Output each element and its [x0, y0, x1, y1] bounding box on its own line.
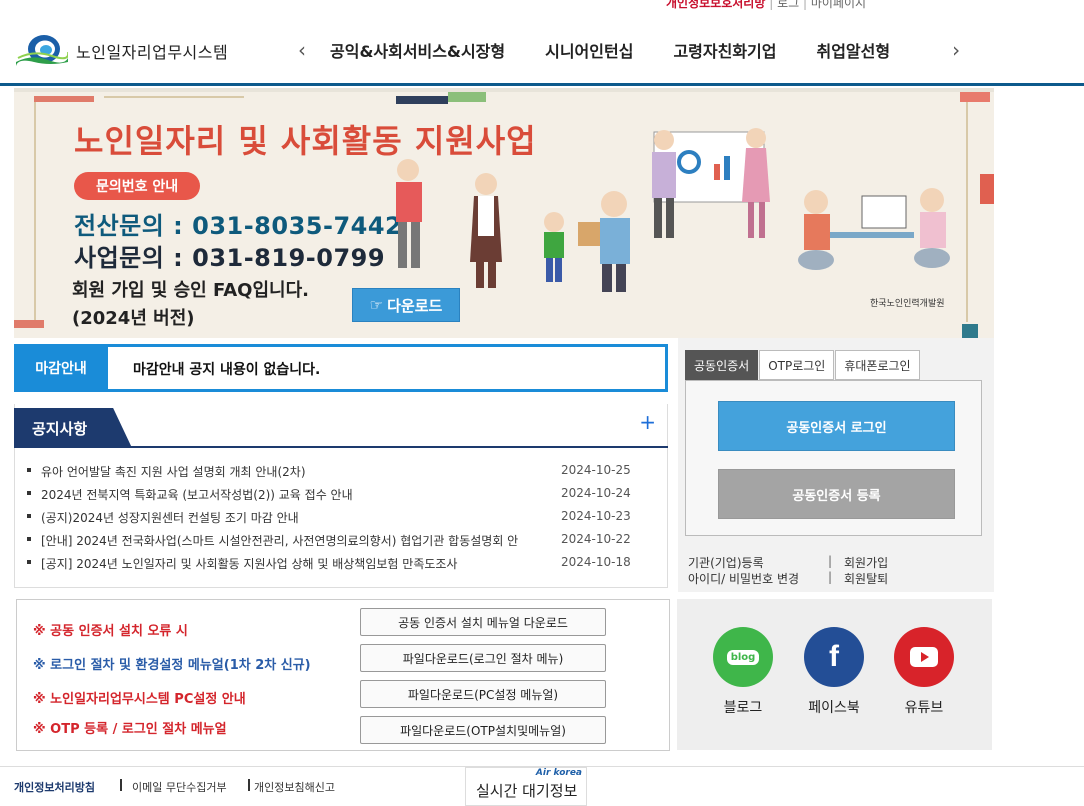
version-text: (2024년 버전)	[72, 308, 195, 329]
notice-item-title[interactable]: 유아 언어발달 촉진 지원 사업 설명회 개최 안내(2차)	[41, 463, 551, 480]
facebook-label: 페이스북	[808, 700, 860, 716]
blog-label: 블로그	[723, 700, 763, 716]
cert-register-button[interactable]: 공동인증서 등록	[718, 469, 955, 519]
site-header: 노인일자리업무시스템 ‹ 공익&사회서비스&시장형 시니어인턴십 고령자친화기업…	[0, 14, 1084, 86]
notice-item-date: 2024-10-24	[561, 486, 631, 500]
notice-item-date: 2024-10-18	[561, 555, 631, 569]
nav-prev-icon[interactable]: ‹	[292, 38, 312, 62]
notice-board: 공지사항 + 유아 언어발달 촉진 지원 사업 설명회 개최 안내(2차) 202…	[14, 404, 668, 588]
logo-title: 노인일자리업무시스템	[76, 43, 229, 62]
banner-deco	[962, 324, 978, 338]
inquiry-pill: 문의번호 안내	[74, 172, 201, 200]
guide-cert-error-text: ※ 공동 인증서 설치 오류 시	[33, 624, 188, 639]
list-item[interactable]: 2024년 전북지역 특화교육 (보고서작성법(2)) 교육 접수 안내 2024…	[25, 485, 655, 508]
login-panel: 공동인증서 OTP로그인 휴대폰로그인 공동인증서 로그인 공동인증서 등록 기…	[678, 338, 994, 592]
it-inquiry-phone: 전산문의 : 031-8035-7442	[74, 212, 403, 240]
notice-item-date: 2024-10-22	[561, 532, 631, 546]
facebook-icon: f	[804, 627, 864, 687]
notice-title: 공지사항	[14, 408, 132, 448]
site-logo[interactable]: 노인일자리업무시스템	[14, 32, 228, 70]
facebook-link[interactable]: f 페이스북	[803, 627, 865, 717]
cert-login-button[interactable]: 공동인증서 로그인	[718, 401, 955, 451]
list-item[interactable]: 유아 언어발달 촉진 지원 사업 설명회 개최 안내(2차) 2024-10-25	[25, 462, 655, 485]
blog-icon: blog	[713, 627, 773, 687]
deadline-label: 마감안내	[14, 344, 108, 392]
footer-email-refusal-link[interactable]: 이메일 무단수집거부	[132, 779, 227, 795]
footer-divider	[248, 779, 250, 791]
guide-login-procedure-text: ※ 로그인 절차 및 환경설정 메뉴얼(1차 2차 신규)	[33, 658, 311, 673]
hand-pointer-icon: ☞	[369, 296, 384, 314]
org-register-link[interactable]: 기관(기업)등록	[688, 554, 764, 571]
blog-link[interactable]: blog 블로그	[712, 627, 774, 717]
account-links: 기관(기업)등록 | 회원가입 아이디/ 비밀번호 변경 | 회원탈퇴	[688, 554, 889, 587]
nav-item-job-placement[interactable]: 취업알선형	[796, 38, 910, 62]
notice-more-icon[interactable]: +	[639, 410, 656, 434]
nav-item-public-service[interactable]: 공익&사회서비스&시장형	[312, 38, 525, 62]
notice-item-title[interactable]: 2024년 전북지역 특화교육 (보고서작성법(2)) 교육 접수 안내	[41, 486, 551, 503]
cert-manual-download-button[interactable]: 공동 인증서 설치 메뉴얼 다운로드	[360, 608, 606, 636]
nav-next-icon[interactable]: ›	[946, 38, 966, 62]
banner-deco	[14, 320, 44, 328]
banner-deco	[966, 102, 968, 322]
footer-privacy-report-link[interactable]: 개인정보침해신고	[254, 779, 335, 795]
social-links: blog 블로그 f 페이스북 유튜브	[677, 599, 992, 750]
utility-bar: 개인정보보호처리방 | 로그 | 마이페이지	[666, 0, 866, 11]
notice-header: 공지사항 +	[14, 404, 668, 448]
deadline-message: 마감안내 공지 내용이 없습니다.	[133, 362, 321, 378]
guide-download-box: ※ 공동 인증서 설치 오류 시 공동 인증서 설치 메뉴얼 다운로드 ※ 로그…	[16, 599, 670, 751]
kordi-seal: 한국노인인력개발원	[870, 299, 945, 309]
id-pw-change-link[interactable]: 아이디/ 비밀번호 변경	[688, 570, 799, 587]
nav-item-senior-intern[interactable]: 시니어인턴십	[525, 38, 653, 62]
login-procedure-download-button[interactable]: 파일다운로드(로그인 절차 메뉴)	[360, 644, 606, 672]
notice-item-title[interactable]: [안내] 2024년 전국화사업(스마트 시설안전관리, 사전연명의료의향서) …	[41, 532, 551, 549]
tab-phone-login[interactable]: 휴대폰로그인	[835, 350, 920, 380]
air-quality-title: 실시간 대기정보	[476, 782, 578, 800]
banner-deco	[104, 96, 244, 98]
notice-item-title[interactable]: (공지)2024년 성장지원센터 컨설팅 조기 마감 안내	[41, 509, 551, 526]
login-link[interactable]: 로그	[777, 0, 799, 10]
banner-illustration	[396, 128, 950, 292]
mypage-link[interactable]: 마이페이지	[811, 0, 866, 10]
nav-item-aged-friendly[interactable]: 고령자친화기업	[653, 38, 796, 62]
list-item[interactable]: (공지)2024년 성장지원센터 컨설팅 조기 마감 안내 2024-10-23	[25, 508, 655, 531]
notice-item-title[interactable]: [공지] 2024년 노인일자리 및 사회활동 지원사업 상해 및 배상책임보험…	[41, 555, 551, 572]
banner-deco	[448, 92, 486, 102]
main-nav: ‹ 공익&사회서비스&시장형 시니어인턴십 고령자친화기업 취업알선형 ›	[292, 38, 966, 62]
list-item[interactable]: [공지] 2024년 노인일자리 및 사회활동 지원사업 상해 및 배상책임보험…	[25, 554, 655, 577]
air-korea-logo: Air korea	[535, 768, 582, 778]
footer-divider	[120, 779, 122, 791]
member-join-link[interactable]: 회원가입	[844, 554, 888, 571]
logo-mark-icon	[14, 32, 70, 70]
youtube-link[interactable]: 유튜브	[893, 627, 955, 717]
member-leave-link[interactable]: 회원탈퇴	[844, 570, 888, 587]
pc-setting-download-button[interactable]: 파일다운로드(PC설정 메뉴얼)	[360, 680, 606, 708]
otp-manual-download-button[interactable]: 파일다운로드(OTP설치및메뉴얼)	[360, 716, 606, 744]
footer-privacy-link[interactable]: 개인정보처리방침	[14, 779, 95, 795]
youtube-label: 유튜브	[904, 700, 944, 716]
list-item[interactable]: [안내] 2024년 전국화사업(스마트 시설안전관리, 사전연명의료의향서) …	[25, 531, 655, 554]
main-banner: 노인일자리 및 사회활동 지원사업 문의번호 안내 전산문의 : 031-803…	[14, 88, 994, 338]
deadline-notice-box: 마감안내 마감안내 공지 내용이 없습니다.	[14, 344, 668, 392]
banner-deco	[960, 92, 990, 102]
guide-otp-text: ※ OTP 등록 / 로그인 절차 메뉴얼	[33, 722, 227, 737]
notice-item-date: 2024-10-25	[561, 463, 631, 477]
banner-deco	[396, 96, 448, 104]
tab-otp-login[interactable]: OTP로그인	[759, 350, 835, 380]
notice-item-date: 2024-10-23	[561, 509, 631, 523]
business-inquiry-phone: 사업문의 : 031-819-0799	[74, 244, 386, 272]
air-quality-banner[interactable]: Air korea 실시간 대기정보	[465, 767, 587, 806]
tab-cert-login[interactable]: 공동인증서	[685, 350, 759, 380]
banner-deco	[34, 96, 94, 102]
login-box: 공동인증서 로그인 공동인증서 등록	[685, 380, 982, 536]
banner-deco	[34, 102, 36, 322]
youtube-icon	[894, 627, 954, 687]
banner-deco	[980, 174, 994, 204]
privacy-policy-link[interactable]: 개인정보보호처리방	[666, 0, 765, 10]
login-tabs: 공동인증서 OTP로그인 휴대폰로그인	[685, 350, 921, 380]
guide-pc-setting-text: ※ 노인일자리업무시스템 PC설정 안내	[33, 692, 246, 707]
faq-text: 회원 가입 및 승인 FAQ입니다.	[72, 280, 309, 301]
notice-list: 유아 언어발달 촉진 지원 사업 설명회 개최 안내(2차) 2024-10-25…	[25, 462, 655, 577]
site-footer: 개인정보처리방침 이메일 무단수집거부 개인정보침해신고 Air korea 실…	[0, 766, 1084, 806]
